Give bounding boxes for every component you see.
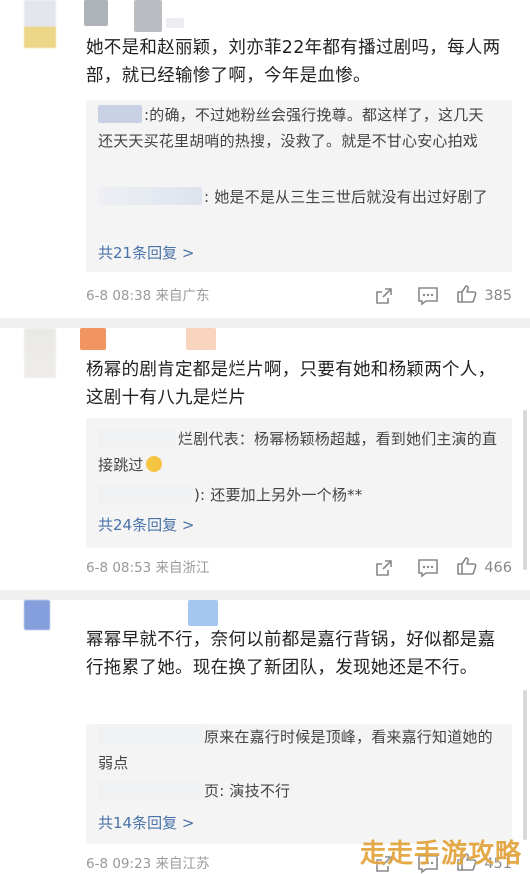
reply-item[interactable]: 烂剧代表：杨幂杨颖杨超越，看到她们主演的直接跳过 bbox=[98, 426, 498, 478]
share-icon[interactable] bbox=[362, 283, 406, 309]
like-count: 385 bbox=[484, 288, 512, 304]
like-button[interactable]: 385 bbox=[456, 284, 512, 308]
reply-username-blur[interactable] bbox=[98, 105, 142, 123]
username-blur[interactable] bbox=[80, 328, 106, 350]
comment-icon[interactable] bbox=[406, 283, 450, 309]
username-blur[interactable] bbox=[84, 0, 108, 26]
avatar[interactable] bbox=[24, 0, 56, 48]
action-bar: 466 bbox=[362, 555, 512, 581]
reply-text: 页: 演技不行 bbox=[204, 782, 291, 800]
section-divider bbox=[0, 318, 530, 328]
more-replies-link[interactable]: 共14条回复 > bbox=[98, 812, 194, 834]
username-blur[interactable] bbox=[186, 328, 216, 350]
reply-username-blur[interactable] bbox=[98, 187, 202, 205]
reply-text: :的确，不过她粉丝会强行挽尊。都这样了，这几天还天天买花里胡哨的热搜，没救了。就… bbox=[98, 106, 484, 150]
avatar[interactable] bbox=[24, 328, 56, 378]
share-icon[interactable] bbox=[362, 555, 406, 581]
replies-box[interactable]: 原来在嘉行时候是顶峰，看来嘉行知道她的弱点 页: 演技不行 共14条回复 > bbox=[86, 724, 512, 844]
more-replies-link[interactable]: 共21条回复 > bbox=[98, 242, 194, 264]
comment-text: 幂幂早就不行，奈何以前都是嘉行背锅，好似都是嘉行拖累了她。现在换了新团队，发现她… bbox=[86, 630, 496, 678]
comment-text: 杨幂的剧肯定都是烂片啊，只要有她和杨颖两个人，这剧十有八九是烂片 bbox=[86, 360, 496, 408]
reply-username-blur[interactable] bbox=[98, 485, 192, 503]
reply-item[interactable]: :的确，不过她粉丝会强行挽尊。都这样了，这几天还天天买花里胡哨的热搜，没救了。就… bbox=[98, 102, 498, 154]
reply-text: ): 还要加上另外一个杨** bbox=[194, 486, 363, 504]
scrollbar-thumb[interactable] bbox=[523, 410, 527, 570]
section-divider bbox=[0, 590, 530, 600]
comment-icon[interactable] bbox=[406, 555, 450, 581]
action-bar: 385 bbox=[362, 283, 512, 309]
watermark: 走走手游攻略 bbox=[359, 839, 522, 869]
like-count: 466 bbox=[484, 560, 512, 576]
laugh-emoji-icon bbox=[145, 456, 162, 472]
reply-item[interactable]: ): 还要加上另外一个杨** bbox=[98, 482, 498, 508]
username-blur[interactable] bbox=[188, 600, 218, 626]
reply-username-blur[interactable] bbox=[98, 429, 176, 447]
replies-box[interactable]: :的确，不过她粉丝会强行挽尊。都这样了，这几天还天天买花里胡哨的热搜，没救了。就… bbox=[86, 100, 512, 272]
scrollbar-thumb[interactable] bbox=[523, 690, 527, 840]
username-blur[interactable] bbox=[134, 0, 162, 32]
comment-meta: 6-8 08:53 来自浙江 bbox=[86, 560, 210, 576]
replies-box[interactable]: 烂剧代表：杨幂杨颖杨超越，看到她们主演的直接跳过 ): 还要加上另外一个杨** … bbox=[86, 418, 512, 548]
like-icon bbox=[456, 284, 478, 308]
comment-meta: 6-8 08:38 来自广东 bbox=[86, 288, 210, 304]
username-blur bbox=[166, 18, 184, 28]
comment-meta: 6-8 09:23 来自江苏 bbox=[86, 856, 210, 872]
reply-item[interactable]: 页: 演技不行 bbox=[98, 778, 498, 804]
reply-item[interactable]: : 她是不是从三生三世后就没有出过好剧了 bbox=[98, 184, 498, 210]
more-replies-link[interactable]: 共24条回复 > bbox=[98, 514, 194, 536]
like-button[interactable]: 466 bbox=[456, 556, 512, 580]
comment-2: 杨幂的剧肯定都是烂片啊，只要有她和杨颖两个人，这剧十有八九是烂片 烂剧代表：杨幂… bbox=[0, 328, 530, 596]
comment-text: 她不是和赵丽颖，刘亦菲22年都有播过剧吗，每人两部，就已经输惨了啊，今年是血惨。 bbox=[86, 38, 501, 86]
reply-username-blur[interactable] bbox=[98, 781, 202, 799]
reply-item[interactable]: 原来在嘉行时候是顶峰，看来嘉行知道她的弱点 bbox=[98, 724, 498, 776]
reply-text: : 她是不是从三生三世后就没有出过好剧了 bbox=[204, 188, 488, 206]
avatar[interactable] bbox=[24, 600, 50, 630]
reply-username-blur[interactable] bbox=[98, 727, 202, 745]
like-icon bbox=[456, 556, 478, 580]
comment-1: 她不是和赵丽颖，刘亦菲22年都有播过剧吗，每人两部，就已经输惨了啊，今年是血惨。… bbox=[0, 0, 530, 318]
